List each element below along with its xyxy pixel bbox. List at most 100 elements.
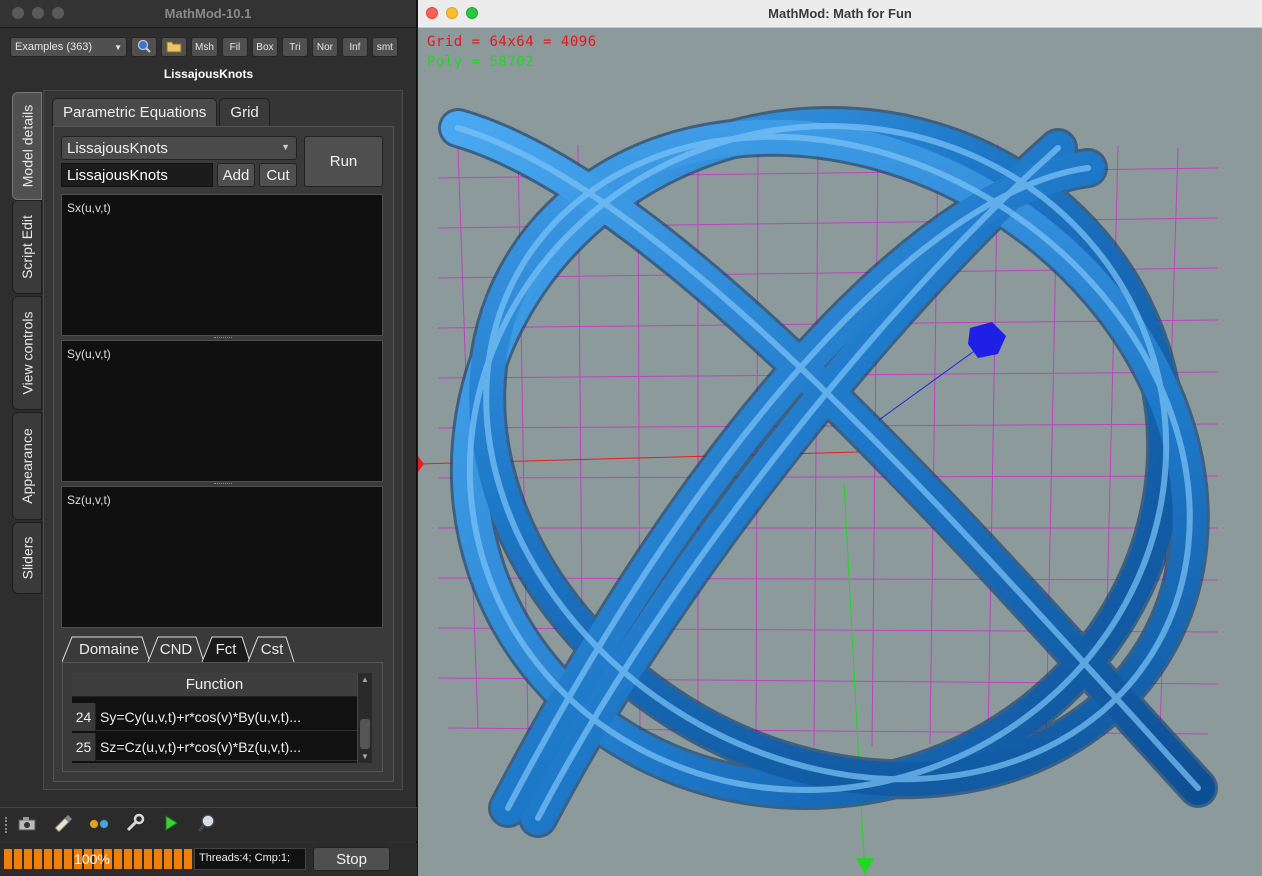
threads-status: Threads:4; Cmp:1; (194, 848, 306, 870)
progress-segment (54, 849, 62, 869)
progress-segment (184, 849, 192, 869)
model-name-input[interactable]: LissajousKnots (61, 163, 213, 187)
scroll-thumb[interactable] (360, 719, 370, 749)
left-window-title: MathMod-10.1 (164, 6, 252, 21)
chevron-down-icon: ▼ (281, 142, 290, 152)
sx-label: Sx(u,v,t) (67, 201, 111, 215)
equation-tabs: Parametric Equations Grid (52, 98, 270, 126)
row-number: 24 (72, 703, 96, 731)
table-row[interactable]: 24 Sy=Cy(u,v,t)+r*cos(v)*By(u,v,t)... (72, 703, 357, 731)
appearance-button[interactable] (52, 814, 74, 837)
open-file-button[interactable] (161, 37, 187, 57)
lissajous-knot-render (418, 106, 1219, 874)
progress-segment (164, 849, 172, 869)
scroll-down-icon[interactable]: ▼ (361, 752, 369, 761)
tab-sliders[interactable]: Sliders (12, 522, 42, 594)
poly-info-text: Poly = 58702 (427, 54, 535, 70)
tab-sliders-label: Sliders (19, 536, 36, 580)
cut-button[interactable]: Cut (259, 163, 297, 187)
row-number: 25 (72, 733, 96, 761)
tab-script-edit[interactable]: Script Edit (12, 200, 42, 294)
bottom-toolbar (0, 807, 417, 841)
main-toolbar: Examples (363) ▼ Msh Fil Box Tri Nor Inf… (10, 37, 398, 59)
wrench-icon (125, 813, 145, 838)
tab-grid[interactable]: Grid (219, 98, 270, 126)
control-panel-window: MathMod-10.1 Examples (363) ▼ Msh Fil Bo… (0, 0, 417, 876)
box-button[interactable]: Box (251, 37, 278, 57)
chevron-down-icon: ▼ (114, 42, 122, 52)
play-icon (164, 814, 178, 836)
tab-cnd[interactable]: CND (152, 636, 200, 662)
tab-cst[interactable]: Cst (252, 636, 292, 662)
camera-icon (17, 815, 37, 836)
settings-button[interactable] (124, 813, 146, 838)
model-select[interactable]: LissajousKnots ▼ (61, 136, 297, 160)
progress-segment (134, 849, 142, 869)
progress-segment (114, 849, 122, 869)
normals-button[interactable]: Nor (311, 37, 338, 57)
progress-segment (24, 849, 32, 869)
function-column-header[interactable]: Function (72, 673, 357, 697)
viewer-window: MathMod: Math for Fun Grid = 64x64 = 409… (418, 0, 1262, 876)
progress-segment (144, 849, 152, 869)
grid-info-text: Grid = 64x64 = 4096 (427, 34, 597, 50)
tab-script-edit-label: Script Edit (19, 215, 35, 279)
tab-model-details[interactable]: Model details (12, 92, 42, 200)
x-axis-cone (418, 456, 424, 472)
triangles-button[interactable]: Tri (281, 37, 308, 57)
tab-parametric-equations[interactable]: Parametric Equations (52, 98, 218, 126)
inspect-button[interactable] (196, 813, 218, 838)
brush-icon (53, 814, 73, 837)
screenshot-button[interactable] (16, 815, 38, 835)
tab-model-details-label: Model details (19, 104, 35, 188)
progress-segment (154, 849, 162, 869)
anaglyph-button[interactable] (88, 815, 110, 835)
search-icon (197, 813, 217, 838)
row-value: Sy=Cy(u,v,t)+r*cos(v)*By(u,v,t)... (100, 709, 301, 725)
mesh-button[interactable]: Msh (191, 37, 218, 57)
table-scrollbar[interactable]: ▲ ▼ (357, 673, 372, 763)
toolbar-grip (5, 817, 9, 833)
play-button[interactable] (160, 814, 182, 836)
scroll-up-icon[interactable]: ▲ (361, 675, 369, 684)
zoom-button[interactable] (131, 37, 157, 57)
table-row[interactable]: 25 Sz=Cz(u,v,t)+r*cos(v)*Bz(u,v,t)... (72, 733, 357, 761)
left-titlebar: MathMod-10.1 (0, 0, 416, 28)
sy-label: Sy(u,v,t) (67, 347, 111, 361)
right-titlebar: MathMod: Math for Fun (418, 0, 1262, 28)
run-button[interactable]: Run (304, 136, 383, 187)
progress-segment (4, 849, 12, 869)
examples-combo-label: Examples (363) (15, 41, 93, 53)
fill-button[interactable]: Fil (221, 37, 248, 57)
splitter-handle[interactable] (214, 483, 232, 485)
progress-segment (64, 849, 72, 869)
progress-segment (174, 849, 182, 869)
progress-segment (14, 849, 22, 869)
sy-equation-editor[interactable]: Sy(u,v,t) (61, 340, 383, 482)
examples-combo[interactable]: Examples (363) ▼ (10, 37, 127, 57)
model-name-label: LissajousKnots (163, 67, 254, 81)
z-axis-cube (968, 322, 1006, 358)
progress-segment (124, 849, 132, 869)
sz-label: Sz(u,v,t) (67, 493, 111, 507)
right-window-title: MathMod: Math for Fun (768, 6, 912, 21)
sx-equation-editor[interactable]: Sx(u,v,t) (61, 194, 383, 336)
function-table: Function 24 Sy=Cy(u,v,t)+r*cos(v)*By(u,v… (72, 673, 357, 763)
stop-button[interactable]: Stop (313, 847, 390, 871)
glasses-icon (88, 816, 110, 835)
progress-segment (44, 849, 52, 869)
tab-view-controls-label: View controls (19, 311, 36, 395)
splitter-handle[interactable] (214, 337, 232, 339)
tab-view-controls[interactable]: View controls (12, 296, 42, 410)
model-select-value: LissajousKnots (67, 140, 168, 157)
smooth-button[interactable]: smt (371, 37, 398, 57)
sz-equation-editor[interactable]: Sz(u,v,t) (61, 486, 383, 628)
infos-button[interactable]: Inf (341, 37, 368, 57)
row-value: Sz=Cz(u,v,t)+r*cos(v)*Bz(u,v,t)... (100, 739, 301, 755)
add-button[interactable]: Add (217, 163, 255, 187)
tab-fct[interactable]: Fct (206, 636, 246, 662)
tab-domaine[interactable]: Domaine (70, 636, 148, 662)
3d-viewport[interactable]: Grid = 64x64 = 4096 Poly = 58702 (418, 28, 1262, 876)
tab-appearance-label: Appearance (19, 428, 36, 504)
tab-appearance[interactable]: Appearance (12, 412, 42, 520)
